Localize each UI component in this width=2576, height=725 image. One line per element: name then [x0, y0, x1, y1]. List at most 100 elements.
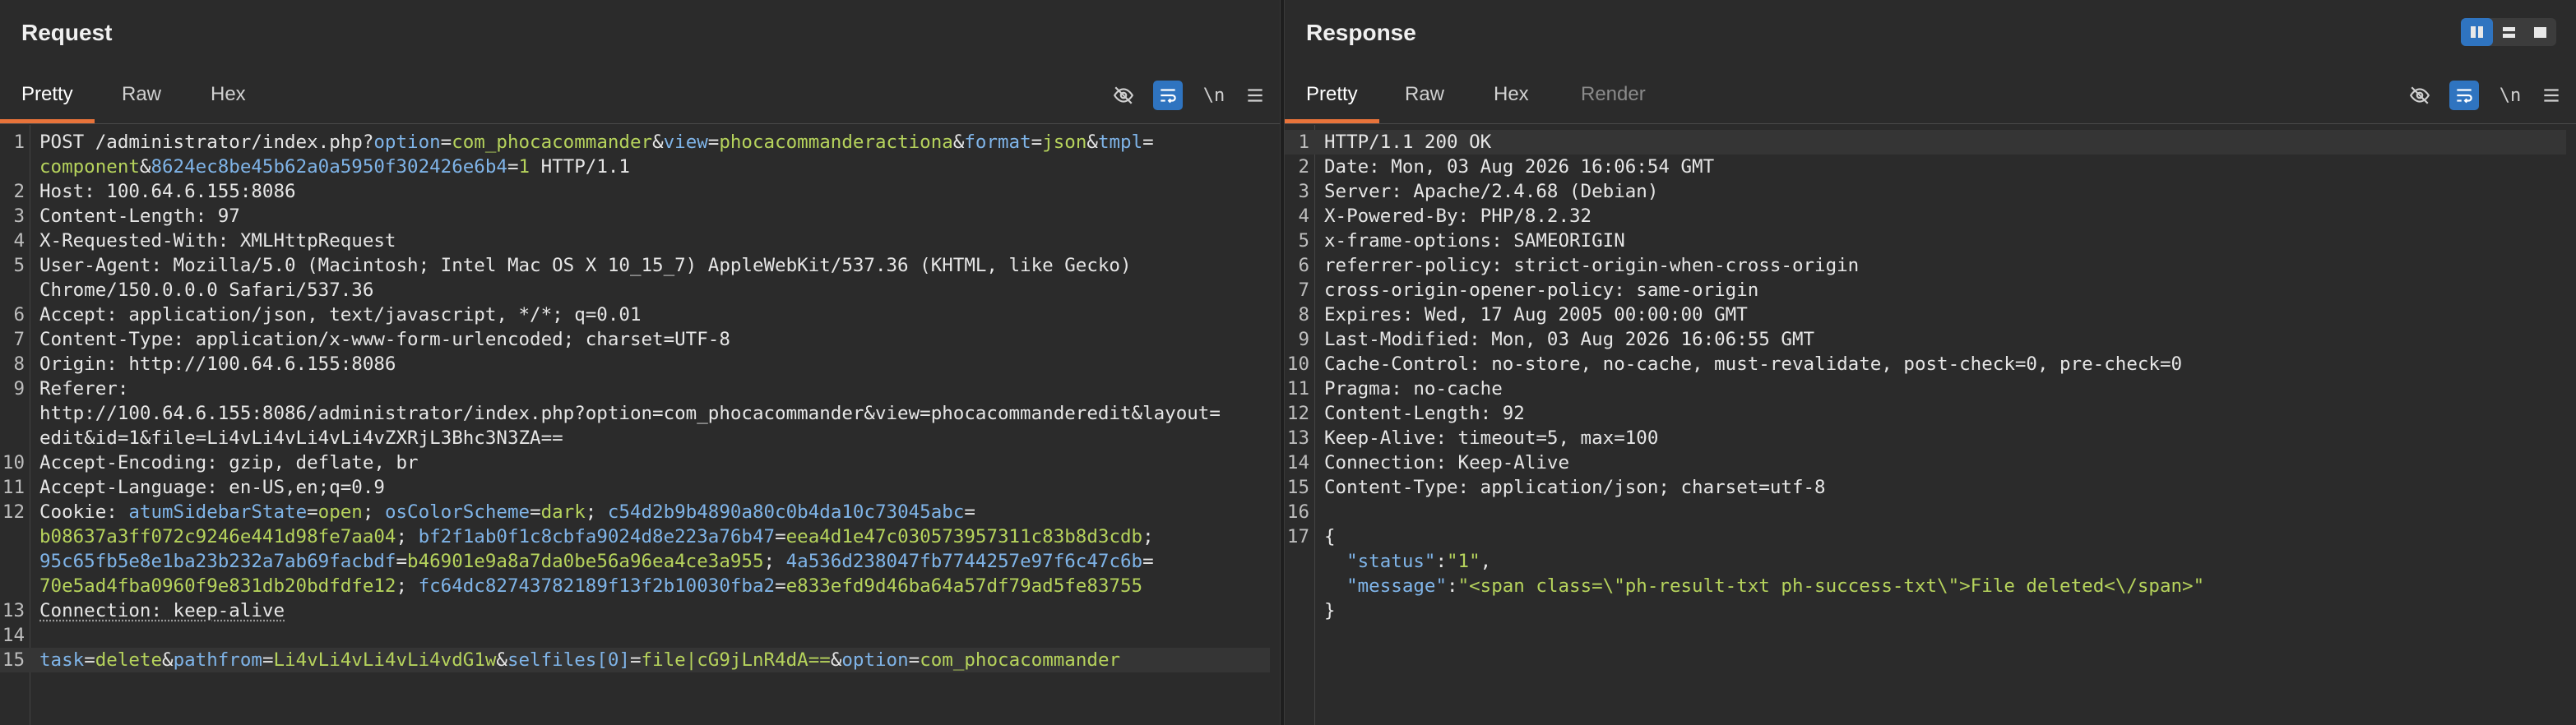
request-code-line[interactable]: 11 Accept-Language: en-US,en;q=0.9 — [0, 475, 1270, 500]
response-tab-raw[interactable]: Raw — [1383, 72, 1466, 122]
response-title: Response — [1306, 20, 1416, 45]
request-code-line[interactable]: edit&id=1&file=Li4vLi4vLi4vLi4vZXRjL3Bhc… — [0, 426, 1270, 450]
code-token: HTTP/1.1 — [530, 156, 630, 178]
request-code-line[interactable]: 10 Accept-Encoding: gzip, deflate, br — [0, 450, 1270, 475]
code-token: Host: 100.64.6.155:8086 — [39, 181, 296, 202]
request-editor[interactable]: 1 POST /administrator/index.php?option=co… — [0, 125, 1280, 725]
response-code-line[interactable]: 16 — [1285, 500, 2566, 524]
response-code-line[interactable]: 1 HTTP/1.1 200 OK — [1285, 130, 2566, 155]
request-code-line[interactable]: 12 Cookie: atumSidebarState=open; osColor… — [0, 500, 1270, 524]
request-code-line[interactable]: component&8624ec8be45b62a0a5950f302426e6… — [0, 155, 1270, 179]
response-code-line[interactable]: 3 Server: Apache/2.4.68 (Debian) — [1285, 179, 2566, 204]
layout-switcher — [2461, 18, 2556, 46]
request-code-line[interactable]: Chrome/150.0.0.0 Safari/537.36 — [0, 278, 1270, 302]
code-token: Cookie: — [39, 501, 129, 523]
response-code-line[interactable]: "message":"<span class=\"ph-result-txt p… — [1285, 574, 2566, 598]
request-tab-pretty[interactable]: Pretty — [0, 72, 95, 123]
layout-split-vertical-icon[interactable] — [2461, 18, 2493, 46]
code-text: http://100.64.6.155:8086/administrator/i… — [39, 401, 1270, 426]
wrap-lines-icon[interactable] — [1153, 81, 1183, 110]
newline-toggle-button[interactable]: \n — [1199, 81, 1229, 110]
request-code-line[interactable]: 70e5ad4fba0960f9e831db20bdfdfe12; fc64dc… — [0, 574, 1270, 598]
newline-toggle-button[interactable]: \n — [2495, 81, 2525, 110]
eye-off-icon[interactable] — [1109, 81, 1138, 110]
request-code-line[interactable]: 9 Referer: — [0, 376, 1270, 401]
code-text: Expires: Wed, 17 Aug 2005 00:00:00 GMT — [1324, 302, 2566, 327]
response-code-line[interactable]: 7 cross-origin-opener-policy: same-origin — [1285, 278, 2566, 302]
request-code-line[interactable]: b08637a3ff072c9246e441d98fe7aa04; bf2f1a… — [0, 524, 1270, 549]
hamburger-menu-icon[interactable] — [1240, 81, 1270, 110]
code-token: ; — [362, 501, 385, 523]
response-code-line[interactable]: 6 referrer-policy: strict-origin-when-cro… — [1285, 253, 2566, 278]
code-token: Expires: Wed, 17 Aug 2005 00:00:00 GMT — [1324, 304, 1748, 326]
line-number: 13 — [1286, 427, 1309, 449]
wrap-lines-icon[interactable] — [2449, 81, 2479, 110]
request-code-line[interactable]: 14 — [0, 623, 1270, 648]
line-number: 14 — [1286, 452, 1309, 473]
response-tab-pretty[interactable]: Pretty — [1285, 72, 1379, 123]
response-code-line[interactable]: 12 Content-Length: 92 — [1285, 401, 2566, 426]
request-code-line[interactable]: 1 POST /administrator/index.php?option=co… — [0, 130, 1270, 155]
code-token: Connection: Keep-Alive — [1324, 452, 1570, 473]
line-number: 2 — [13, 181, 25, 202]
response-code-line[interactable]: 14 Connection: Keep-Alive — [1285, 450, 2566, 475]
response-code-line[interactable]: 2 Date: Mon, 03 Aug 2026 16:06:54 GMT — [1285, 155, 2566, 179]
code-text: X-Requested-With: XMLHttpRequest — [39, 229, 1270, 253]
request-code-line[interactable]: http://100.64.6.155:8086/administrator/i… — [0, 401, 1270, 426]
response-code-line[interactable]: 13 Keep-Alive: timeout=5, max=100 — [1285, 426, 2566, 450]
code-text: Content-Length: 97 — [39, 204, 1270, 229]
param-name: format — [964, 132, 1031, 153]
request-code-line[interactable]: 7 Content-Type: application/x-www-form-ur… — [0, 327, 1270, 352]
request-tab-hex[interactable]: Hex — [189, 72, 267, 122]
code-text: Referer: — [39, 376, 1270, 401]
request-code-line[interactable]: 6 Accept: application/json, text/javascri… — [0, 302, 1270, 327]
request-tab-raw[interactable]: Raw — [100, 72, 183, 122]
request-code-line[interactable]: 15 task=delete&pathfrom=Li4vLi4vLi4vLi4vd… — [0, 648, 1270, 672]
response-tab-render[interactable]: Render — [1559, 72, 1667, 122]
response-code-line[interactable]: 8 Expires: Wed, 17 Aug 2005 00:00:00 GMT — [1285, 302, 2566, 327]
request-code-line[interactable]: 3 Content-Length: 97 — [0, 204, 1270, 229]
request-code-line[interactable]: 2 Host: 100.64.6.155:8086 — [0, 179, 1270, 204]
code-token: = — [908, 649, 920, 671]
line-number: 1 — [13, 132, 25, 153]
response-code-line[interactable]: 15 Content-Type: application/json; charse… — [1285, 475, 2566, 500]
code-token: Pragma: no-cache — [1324, 378, 1503, 399]
param-name: tmpl — [1097, 132, 1143, 153]
code-token: , — [1480, 551, 1492, 572]
code-text: "message":"<span class=\"ph-result-txt p… — [1324, 574, 2566, 598]
param-value: b08637a3ff072c9246e441d98fe7aa04 — [39, 526, 396, 547]
code-text: "status":"1", — [1324, 549, 2566, 574]
param-value: Li4vLi4vLi4vLi4vdG1w — [273, 649, 497, 671]
code-token: cross-origin-opener-policy: same-origin — [1324, 279, 1759, 301]
line-number: 12 — [2, 501, 25, 523]
response-code-line[interactable]: 9 Last-Modified: Mon, 03 Aug 2026 16:06:5… — [1285, 327, 2566, 352]
request-code-line[interactable]: 4 X-Requested-With: XMLHttpRequest — [0, 229, 1270, 253]
request-code-line[interactable]: 95c65fb5e8e1ba23b232a7ab69facbdf=b46901e… — [0, 549, 1270, 574]
hamburger-menu-icon[interactable] — [2537, 81, 2566, 110]
param-value: 1 — [518, 156, 530, 178]
response-code-line[interactable]: 10 Cache-Control: no-store, no-cache, mus… — [1285, 352, 2566, 376]
line-number: 17 — [1286, 526, 1309, 547]
code-token: = — [1031, 132, 1043, 153]
code-token: ; — [585, 501, 608, 523]
request-code-line[interactable]: 8 Origin: http://100.64.6.155:8086 — [0, 352, 1270, 376]
response-code-line[interactable]: 5 x-frame-options: SAMEORIGIN — [1285, 229, 2566, 253]
response-code-line[interactable]: 11 Pragma: no-cache — [1285, 376, 2566, 401]
response-code-line[interactable]: 17 { — [1285, 524, 2566, 549]
request-code-line[interactable]: 13 Connection: keep-alive — [0, 598, 1270, 623]
request-code-line[interactable]: 5 User-Agent: Mozilla/5.0 (Macintosh; Int… — [0, 253, 1270, 278]
layout-split-horizontal-icon[interactable] — [2493, 18, 2525, 46]
eye-off-icon[interactable] — [2405, 81, 2435, 110]
param-value: delete — [95, 649, 163, 671]
response-tab-hex[interactable]: Hex — [1472, 72, 1550, 122]
response-editor[interactable]: 1 HTTP/1.1 200 OK 2 Date: Mon, 03 Aug 2026 … — [1285, 125, 2576, 725]
response-code-line[interactable]: "status":"1", — [1285, 549, 2566, 574]
layout-single-icon[interactable] — [2524, 18, 2556, 46]
code-text: 95c65fb5e8e1ba23b232a7ab69facbdf=b46901e… — [39, 549, 1270, 574]
param-name: "status" — [1346, 551, 1436, 572]
response-code-line[interactable]: 4 X-Powered-By: PHP/8.2.32 — [1285, 204, 2566, 229]
line-number: 11 — [2, 477, 25, 498]
param-name: 95c65fb5e8e1ba23b232a7ab69facbdf — [39, 551, 396, 572]
code-text: Accept: application/json, text/javascrip… — [39, 302, 1270, 327]
response-code-line[interactable]: } — [1285, 598, 2566, 623]
